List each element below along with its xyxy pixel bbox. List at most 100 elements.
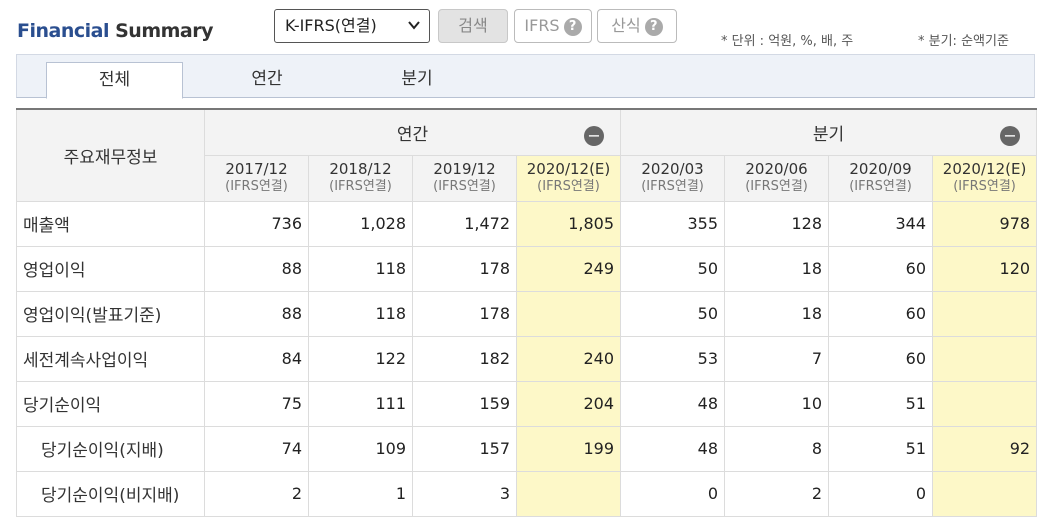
value-cell: 204	[515, 380, 622, 427]
period-date: 2020/03	[641, 160, 704, 178]
tab-annual[interactable]: 연간	[197, 62, 337, 99]
value-cell: 1,028	[308, 200, 413, 247]
value-cell: 8	[724, 425, 830, 472]
search-button[interactable]: 검색	[438, 9, 508, 43]
quarter-label: 분기	[812, 124, 845, 145]
collapse-quarter-icon[interactable]: −	[1000, 126, 1021, 146]
accounting-standard-select[interactable]: K-IFRS(연결)	[274, 9, 430, 43]
period-date: 2018/12	[329, 160, 392, 178]
help-icon: ?	[644, 17, 663, 36]
row-label: 당기순이익	[16, 380, 205, 427]
value-cell: 18	[724, 245, 830, 292]
value-cell	[932, 470, 1038, 517]
value-cell: 178	[412, 245, 517, 292]
value-cell: 75	[204, 380, 309, 427]
value-cell: 978	[932, 200, 1038, 247]
period-header: 2020/06 (IFRS연결)	[724, 154, 830, 202]
ifrs-help-button[interactable]: IFRS?	[514, 9, 592, 43]
value-cell	[515, 290, 622, 337]
period-header: 2019/12 (IFRS연결)	[412, 154, 517, 202]
period-header: 2017/12 (IFRS연결)	[204, 154, 309, 202]
value-cell: 249	[515, 245, 622, 292]
value-cell: 51	[828, 380, 934, 427]
value-cell: 122	[308, 335, 413, 382]
chevron-down-icon	[407, 10, 421, 55]
value-cell: 355	[620, 200, 726, 247]
tab-all[interactable]: 전체	[46, 62, 183, 99]
period-date: 2020/12(E)	[526, 160, 611, 178]
value-cell: 111	[308, 380, 413, 427]
select-value: K-IFRS(연결)	[285, 16, 377, 35]
title-financial: Financial	[17, 20, 109, 42]
tab-quarterly[interactable]: 분기	[347, 62, 487, 99]
row-label: 당기순이익(지배)	[16, 425, 205, 472]
financial-summary-table: 주요재무정보 연간 − 분기 − 2017/12 (IFRS연결) 2018/12(…	[16, 108, 1038, 517]
row-label: 영업이익	[16, 245, 205, 292]
value-cell: 88	[204, 245, 309, 292]
period-header: 2020/12(E) (IFRS연결)	[932, 154, 1038, 202]
value-cell: 736	[204, 200, 309, 247]
value-cell: 118	[308, 245, 413, 292]
period-date: 2020/09	[849, 160, 912, 178]
value-cell: 0	[828, 470, 934, 517]
formula-label: 산식	[611, 16, 641, 35]
unit-note: * 단위 : 억원, %, 배, 주	[721, 34, 854, 49]
table-row: 당기순이익 75 111 159 204 48 10 51	[16, 380, 1038, 427]
value-cell	[515, 470, 622, 517]
value-cell	[932, 335, 1038, 382]
period-date: 2019/12	[433, 160, 496, 178]
value-cell: 3	[412, 470, 517, 517]
value-cell: 74	[204, 425, 309, 472]
help-icon: ?	[563, 17, 582, 36]
tab-bar: 전체 연간 분기	[16, 54, 1035, 99]
period-header: 2020/03 (IFRS연결)	[620, 154, 726, 202]
value-cell: 157	[412, 425, 517, 472]
collapse-annual-icon[interactable]: −	[584, 126, 605, 146]
period-basis: (IFRS연결)	[953, 179, 1016, 194]
value-cell	[932, 290, 1038, 337]
value-cell: 7	[724, 335, 830, 382]
value-cell: 178	[412, 290, 517, 337]
value-cell: 88	[204, 290, 309, 337]
period-basis: (IFRS연결)	[433, 179, 496, 194]
row-label: 세전계속사업이익	[16, 335, 205, 382]
value-cell: 2	[724, 470, 830, 517]
period-basis: (IFRS연결)	[641, 179, 704, 194]
value-cell: 53	[620, 335, 726, 382]
period-basis: (IFRS연결)	[849, 179, 912, 194]
value-cell: 120	[932, 245, 1038, 292]
value-cell	[932, 380, 1038, 427]
value-cell: 60	[828, 290, 934, 337]
value-cell: 2	[204, 470, 309, 517]
row-header: 주요재무정보	[16, 108, 205, 202]
ifrs-label: IFRS	[524, 16, 560, 35]
value-cell: 109	[308, 425, 413, 472]
value-cell: 60	[828, 335, 934, 382]
period-basis: (IFRS연결)	[537, 179, 600, 194]
value-cell: 118	[308, 290, 413, 337]
row-label: 매출액	[16, 200, 205, 247]
page-title: Financial Summary	[17, 20, 213, 42]
table-row: 당기순이익(지배) 74 109 157 199 48 8 51 92	[16, 425, 1038, 472]
annual-label: 연간	[396, 124, 429, 145]
period-basis: (IFRS연결)	[225, 179, 288, 194]
value-cell: 240	[515, 335, 622, 382]
period-header: 2018/12 (IFRS연결)	[308, 154, 413, 202]
value-cell: 84	[204, 335, 309, 382]
table-row: 영업이익 88 118 178 249 50 18 60 120	[16, 245, 1038, 292]
value-cell: 10	[724, 380, 830, 427]
value-cell: 51	[828, 425, 934, 472]
value-cell: 48	[620, 425, 726, 472]
value-cell: 18	[724, 290, 830, 337]
period-basis: (IFRS연결)	[329, 179, 392, 194]
value-cell: 50	[620, 245, 726, 292]
period-basis: (IFRS연결)	[745, 179, 808, 194]
table-row: 영업이익(발표기준) 88 118 178 50 18 60	[16, 290, 1038, 337]
table-row: 세전계속사업이익 84 122 182 240 53 7 60	[16, 335, 1038, 382]
formula-help-button[interactable]: 산식?	[597, 9, 677, 43]
value-cell: 344	[828, 200, 934, 247]
quarter-basis-note: * 분기: 순액기준	[918, 34, 1009, 49]
value-cell: 48	[620, 380, 726, 427]
value-cell: 0	[620, 470, 726, 517]
value-cell: 92	[932, 425, 1038, 472]
